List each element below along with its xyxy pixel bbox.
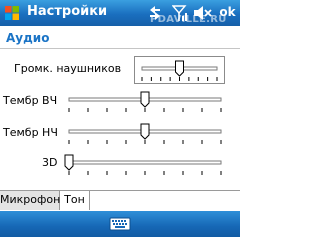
- speaker-muted-icon[interactable]: [192, 4, 212, 22]
- menu-bar: [0, 211, 240, 237]
- slider-thumb: [175, 60, 184, 77]
- tab-tone[interactable]: Тон: [60, 191, 90, 210]
- headphone-volume-slider[interactable]: [137, 58, 222, 84]
- title-bar: Настройки PDAVILLE.RU ok: [0, 0, 240, 26]
- 3d-label: 3D: [42, 156, 58, 169]
- tab-microphone[interactable]: Микрофон: [0, 191, 60, 210]
- header-divider: [0, 48, 240, 49]
- page-title: Аудио: [6, 31, 50, 45]
- slider-thumb: [64, 154, 74, 171]
- window-title: Настройки: [27, 4, 108, 19]
- bass-slider[interactable]: [64, 121, 226, 147]
- slider-thumb: [140, 123, 150, 140]
- start-flag-icon[interactable]: [2, 3, 22, 23]
- treble-slider[interactable]: [64, 89, 226, 115]
- signal-strength-icon[interactable]: [172, 4, 188, 22]
- slider-thumb: [140, 91, 150, 108]
- headphone-volume-label: Громк. наушников: [14, 62, 122, 75]
- treble-label: Тембр ВЧ: [3, 94, 58, 107]
- sync-arrows-icon[interactable]: [147, 4, 163, 22]
- bass-label: Тембр НЧ: [3, 126, 58, 139]
- keyboard-icon[interactable]: [109, 216, 131, 232]
- 3d-slider[interactable]: [64, 152, 226, 178]
- slider-track: [68, 160, 222, 165]
- ok-button[interactable]: ok: [217, 3, 238, 22]
